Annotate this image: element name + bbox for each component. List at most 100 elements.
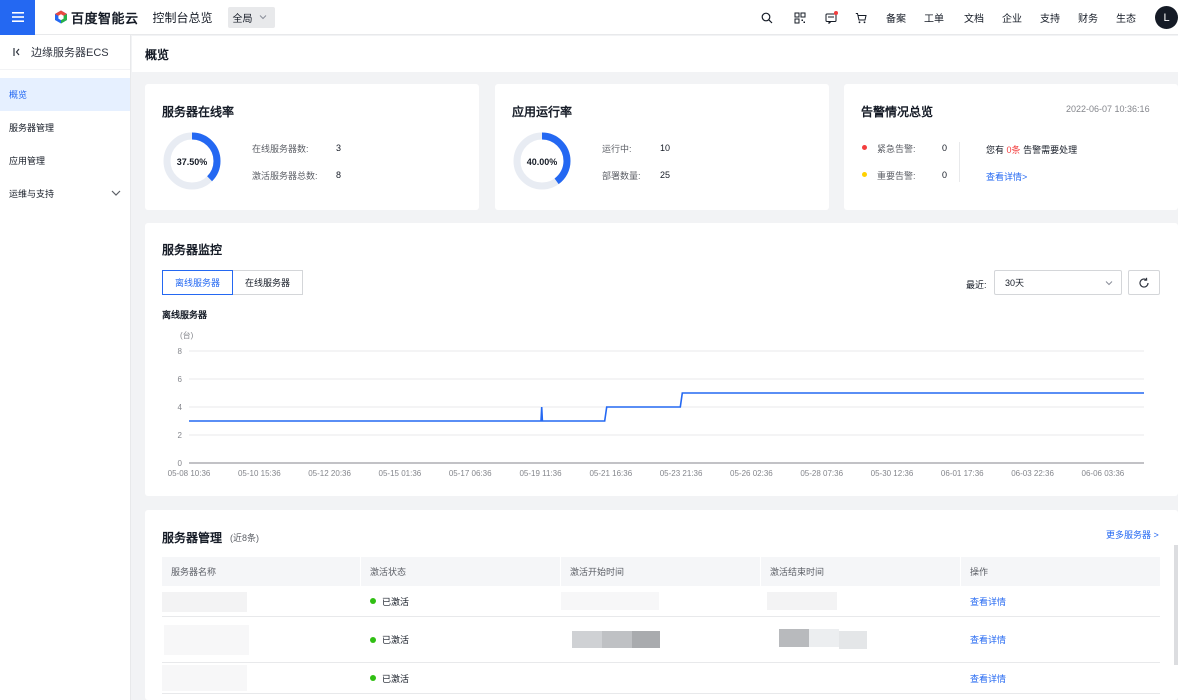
server-table: 服务器名称 激活状态 激活开始时间 激活结束时间 操作 已激活 查看详情 已激活…: [162, 557, 1160, 694]
nav-link-filing[interactable]: 备案: [886, 10, 906, 25]
nav-link-finance[interactable]: 财务: [1078, 10, 1098, 25]
x-tick-label: 05-15 01:36: [379, 469, 422, 478]
y-tick-label: 8: [178, 347, 183, 356]
y-tick-label: 0: [178, 459, 183, 468]
sidebar-item-app-management[interactable]: 应用管理: [0, 144, 130, 177]
divider: [959, 142, 960, 182]
deployments-value: 25: [660, 170, 671, 180]
y-tick-label: 6: [178, 375, 183, 384]
console-overview-link[interactable]: 控制台总览: [153, 9, 213, 26]
tab-online-servers[interactable]: 在线服务器: [233, 270, 304, 295]
x-tick-label: 06-01 17:36: [941, 469, 984, 478]
x-tick-label: 05-17 06:36: [449, 469, 492, 478]
notice-suffix: 告警需要处理: [1023, 145, 1078, 155]
x-tick-label: 05-23 21:36: [660, 469, 703, 478]
chevron-down-icon: [111, 190, 121, 196]
nav-link-docs[interactable]: 文档: [964, 10, 984, 25]
view-details-link[interactable]: 查看详情: [970, 672, 1006, 685]
major-alert-dot: [862, 172, 867, 177]
card-title: 服务器在线率: [162, 105, 235, 119]
sidebar-item-overview[interactable]: 概览: [0, 78, 130, 111]
app-run-rate-card: 应用运行率 40.00% 运行中: 10 部署数量: 25: [495, 84, 829, 210]
x-tick-label: 06-06 03:36: [1082, 469, 1125, 478]
notice-prefix: 您有: [986, 145, 1005, 155]
status-dot: [370, 675, 376, 681]
search-icon[interactable]: [759, 10, 775, 26]
time-range-select[interactable]: 30天: [994, 270, 1122, 295]
card-title: 服务器监控: [162, 243, 223, 257]
cloud-logo-icon: [55, 10, 67, 24]
status-dot: [370, 598, 376, 604]
view-details-link[interactable]: 查看详情: [970, 633, 1006, 646]
top-nav-bar: 百度智能云 控制台总览 全局 备案 工单 文档 企业 支持 财务 生态 L: [0, 0, 1178, 35]
chevron-down-icon: [259, 15, 266, 20]
x-tick-label: 05-10 15:36: [238, 469, 281, 478]
cell-status: 已激活: [361, 663, 561, 693]
cell-start-time: [561, 586, 761, 616]
qrcode-icon[interactable]: [792, 10, 808, 26]
scrollbar[interactable]: [1174, 545, 1178, 665]
sidebar: 边缘服务器ECS 概览 服务器管理 应用管理 运维与支持: [0, 35, 131, 700]
deployments-label: 部署数量:: [602, 171, 641, 181]
redacted-block: [561, 592, 659, 610]
brand-logo[interactable]: 百度智能云: [54, 8, 139, 27]
back-icon: [13, 48, 20, 56]
page-header: 概览: [132, 36, 1178, 72]
sidebar-item-server-management[interactable]: 服务器管理: [0, 111, 130, 144]
sidebar-header[interactable]: 边缘服务器ECS: [0, 35, 130, 70]
nav-link-ecosystem[interactable]: 生态: [1116, 10, 1136, 25]
status-text: 已激活: [382, 635, 410, 645]
col-status: 激活状态: [361, 557, 561, 586]
cell-actions: 查看详情: [961, 617, 1160, 662]
table-row: 已激活 查看详情: [162, 586, 1160, 617]
sidebar-title: 边缘服务器ECS: [31, 47, 109, 59]
x-tick-label: 05-28 07:36: [800, 469, 843, 478]
more-servers-link[interactable]: 更多服务器 >: [1106, 528, 1159, 541]
tab-offline-servers[interactable]: 离线服务器: [162, 270, 234, 295]
cell-status: 已激活: [361, 586, 561, 616]
sidebar-item-label: 运维与支持: [9, 189, 55, 199]
alert-details-link[interactable]: 查看详情>: [986, 170, 1027, 183]
major-alert-value: 0: [942, 170, 948, 180]
alert-notice: 您有 0条 告警需要处理: [986, 143, 1077, 156]
cart-icon[interactable]: [853, 10, 869, 26]
redacted-block: [779, 629, 809, 647]
refresh-icon: [1139, 277, 1149, 288]
activated-servers-label: 激活服务器总数:: [252, 171, 318, 181]
x-tick-label: 05-08 10:36: [168, 469, 211, 478]
menu-button[interactable]: [0, 0, 35, 35]
nav-link-ticket[interactable]: 工单: [924, 10, 944, 25]
refresh-button[interactable]: [1128, 270, 1160, 295]
view-details-link[interactable]: 查看详情: [970, 595, 1006, 608]
nav-link-enterprise[interactable]: 企业: [1002, 10, 1022, 25]
user-avatar[interactable]: L: [1155, 6, 1178, 29]
nav-link-support[interactable]: 支持: [1040, 10, 1060, 25]
x-tick-label: 05-21 16:36: [589, 469, 632, 478]
table-subtitle: (近8条): [230, 533, 259, 543]
region-value: 全局: [232, 13, 253, 25]
range-label: 最近:: [966, 280, 987, 290]
critical-alert-label: 紧急告警:: [877, 144, 916, 154]
sidebar-item-ops-support[interactable]: 运维与支持: [0, 177, 130, 210]
redacted-block: [839, 631, 867, 649]
sidebar-item-label: 概览: [9, 90, 28, 100]
online-servers-value: 3: [336, 143, 342, 153]
online-servers-label: 在线服务器数:: [252, 144, 309, 154]
offline-servers-line-chart: 0 2 4 6 8 05-08 10:36 05-10 15:36 05-12 20:36 0…: [168, 347, 1144, 478]
cell-end-time: [761, 586, 961, 616]
status-text: 已激活: [382, 596, 410, 607]
tab-label: 离线服务器: [175, 278, 221, 288]
region-select[interactable]: 全局: [227, 6, 275, 28]
page-title: 概览: [145, 47, 170, 62]
message-icon[interactable]: [823, 10, 839, 26]
cell-start-time: [561, 663, 761, 693]
avatar-initial: L: [1163, 11, 1170, 24]
col-actions: 操作: [970, 567, 989, 577]
critical-alert-value: 0: [942, 143, 948, 153]
x-tick-label: 05-12 20:36: [308, 469, 351, 478]
activated-servers-value: 8: [336, 170, 342, 180]
card-title: 服务器管理: [162, 531, 223, 545]
table-row: 已激活 查看详情: [162, 617, 1160, 663]
redacted-block: [162, 592, 247, 612]
cell-start-time: [561, 617, 761, 662]
